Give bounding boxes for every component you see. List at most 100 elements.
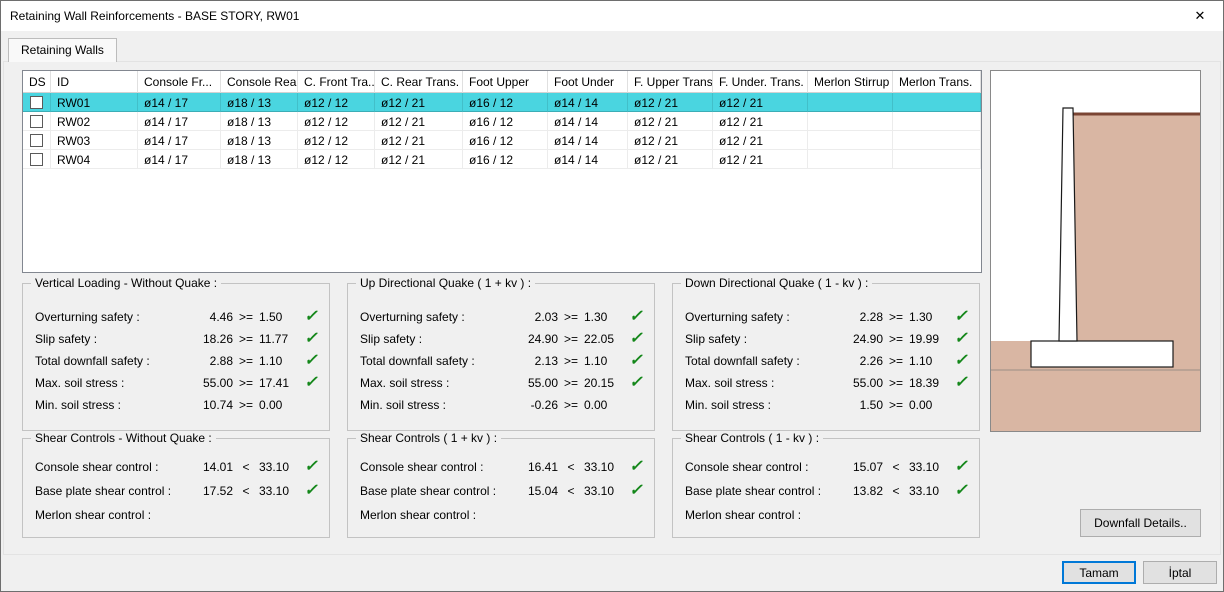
check-icon: ✓	[299, 483, 323, 499]
check-limit: 33.10	[584, 484, 624, 498]
column-header-c-rear-trans[interactable]: C. Rear Trans.	[375, 71, 463, 93]
row-cell: ø12 / 12	[298, 150, 375, 169]
row-id: RW02	[51, 112, 138, 131]
check-icon: ✓	[624, 309, 648, 325]
column-header-merlon-trans[interactable]: Merlon Trans.	[893, 71, 981, 93]
check-value: 55.00	[514, 376, 558, 390]
table-row-rw02[interactable]: RW02ø14 / 17ø18 / 13ø12 / 12ø12 / 21ø16 …	[23, 112, 981, 131]
check-label: Min. soil stress :	[35, 398, 189, 412]
close-icon[interactable]: ✕	[1177, 1, 1223, 31]
reinforcement-table: DSIDConsole Fr...Console RearC. Front Tr…	[22, 70, 982, 273]
check-limit: 1.10	[909, 354, 949, 368]
column-header-f-under-trans[interactable]: F. Under. Trans.	[713, 71, 808, 93]
row-cell: ø12 / 12	[298, 93, 375, 112]
column-header-console-fr[interactable]: Console Fr...	[138, 71, 221, 93]
row-cell: ø14 / 17	[138, 112, 221, 131]
column-header-c-front-tra[interactable]: C. Front Tra...	[298, 71, 375, 93]
check-limit: 17.41	[259, 376, 299, 390]
check-row: Min. soil stress :1.50>=0.00	[673, 394, 979, 416]
check-limit: 11.77	[259, 332, 299, 346]
check-value: 2.13	[514, 354, 558, 368]
tab-retaining-walls[interactable]: Retaining Walls	[8, 38, 117, 62]
check-row: Slip safety :24.90>=22.05✓	[348, 328, 654, 350]
ds-cell	[23, 93, 51, 112]
row-checkbox[interactable]	[30, 115, 43, 128]
row-cell: ø12 / 21	[375, 150, 463, 169]
check-label: Merlon shear control :	[360, 508, 514, 522]
table-row-rw03[interactable]: RW03ø14 / 17ø18 / 13ø12 / 12ø12 / 21ø16 …	[23, 131, 981, 150]
check-row: Slip safety :24.90>=19.99✓	[673, 328, 979, 350]
row-cell	[893, 150, 981, 169]
column-header-foot-under[interactable]: Foot Under	[548, 71, 628, 93]
check-row: Overturning safety :2.28>=1.30✓	[673, 306, 979, 328]
check-label: Base plate shear control :	[35, 484, 189, 498]
ok-button[interactable]: Tamam	[1062, 561, 1136, 584]
check-limit: 1.10	[584, 354, 624, 368]
check-icon: ✓	[949, 483, 973, 499]
check-value: 13.82	[839, 484, 883, 498]
downfall-details-button[interactable]: Downfall Details..	[1080, 509, 1201, 537]
check-label: Min. soil stress :	[360, 398, 514, 412]
check-value: 4.46	[189, 310, 233, 324]
column-header-ds[interactable]: DS	[23, 71, 51, 93]
row-checkbox[interactable]	[30, 134, 43, 147]
check-label: Base plate shear control :	[685, 484, 839, 498]
check-icon: ✓	[949, 331, 973, 347]
check-row: Total downfall safety :2.13>=1.10✓	[348, 350, 654, 372]
check-label: Max. soil stress :	[685, 376, 839, 390]
check-value: 2.26	[839, 354, 883, 368]
group-box-title: Shear Controls ( 1 + kv ) :	[356, 431, 501, 445]
check-operator: >=	[558, 332, 584, 346]
dialog: { "window": { "title": "Retaining Wall R…	[0, 0, 1224, 592]
row-cell: ø12 / 21	[375, 93, 463, 112]
title-bar: Retaining Wall Reinforcements - BASE STO…	[1, 1, 1223, 31]
column-header-f-upper-trans[interactable]: F. Upper Trans.	[628, 71, 713, 93]
check-operator: >=	[558, 398, 584, 412]
column-header-console-rear[interactable]: Console Rear	[221, 71, 298, 93]
check-value: 14.01	[189, 460, 233, 474]
check-icon: ✓	[949, 375, 973, 391]
check-label: Total downfall safety :	[35, 354, 189, 368]
table-header: DSIDConsole Fr...Console RearC. Front Tr…	[23, 71, 981, 93]
check-label: Console shear control :	[685, 460, 839, 474]
check-icon: ✓	[624, 483, 648, 499]
check-label: Merlon shear control :	[35, 508, 189, 522]
row-cell	[808, 93, 893, 112]
check-icon: ✓	[624, 331, 648, 347]
row-id: RW01	[51, 93, 138, 112]
check-icon: ✓	[624, 375, 648, 391]
check-row: Merlon shear control :	[23, 503, 329, 527]
row-cell: ø12 / 21	[628, 112, 713, 131]
row-cell: ø18 / 13	[221, 150, 298, 169]
row-cell: ø16 / 12	[463, 150, 548, 169]
check-operator: >=	[233, 332, 259, 346]
cancel-button[interactable]: İptal	[1143, 561, 1217, 584]
row-cell: ø12 / 12	[298, 131, 375, 150]
check-limit: 33.10	[909, 484, 949, 498]
row-checkbox[interactable]	[30, 96, 43, 109]
column-header-id[interactable]: ID	[51, 71, 138, 93]
check-value: 15.07	[839, 460, 883, 474]
group-box-3: Shear Controls - Without Quake :Console …	[22, 438, 330, 538]
group-box-1: Up Directional Quake ( 1 + kv ) :Overtur…	[347, 283, 655, 431]
table-row-rw01[interactable]: RW01ø14 / 17ø18 / 13ø12 / 12ø12 / 21ø16 …	[23, 93, 981, 112]
group-box-4: Shear Controls ( 1 + kv ) :Console shear…	[347, 438, 655, 538]
group-box-0: Vertical Loading - Without Quake :Overtu…	[22, 283, 330, 431]
row-checkbox[interactable]	[30, 153, 43, 166]
row-cell: ø14 / 17	[138, 150, 221, 169]
check-icon: ✓	[949, 309, 973, 325]
check-operator: <	[558, 484, 584, 498]
table-row-rw04[interactable]: RW04ø14 / 17ø18 / 13ø12 / 12ø12 / 21ø16 …	[23, 150, 981, 169]
check-label: Overturning safety :	[685, 310, 839, 324]
check-operator: <	[883, 460, 909, 474]
column-header-merlon-stirrup[interactable]: Merlon Stirrup	[808, 71, 893, 93]
table-body: RW01ø14 / 17ø18 / 13ø12 / 12ø12 / 21ø16 …	[23, 93, 981, 169]
check-value: 15.04	[514, 484, 558, 498]
group-box-title: Up Directional Quake ( 1 + kv ) :	[356, 276, 535, 290]
check-operator: <	[233, 460, 259, 474]
column-header-foot-upper[interactable]: Foot Upper	[463, 71, 548, 93]
check-value: 24.90	[514, 332, 558, 346]
check-row: Min. soil stress :10.74>=0.00	[23, 394, 329, 416]
check-limit: 1.10	[259, 354, 299, 368]
check-icon: ✓	[624, 459, 648, 475]
